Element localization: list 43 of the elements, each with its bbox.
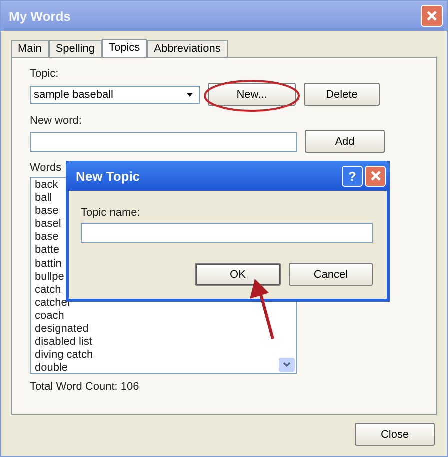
list-item[interactable]: basel bbox=[35, 218, 62, 232]
field-label: New word: bbox=[30, 115, 82, 127]
list-item[interactable]: disabled list bbox=[35, 336, 92, 350]
close-icon[interactable] bbox=[426, 10, 438, 22]
tab[interactable]: Spelling bbox=[48, 40, 102, 57]
ok-button[interactable]: OK bbox=[195, 263, 281, 286]
list-item[interactable]: batte bbox=[35, 244, 60, 258]
chevron-down-icon bbox=[283, 362, 291, 368]
list-item[interactable]: designated bbox=[35, 323, 89, 336]
delete-button[interactable]: Delete bbox=[304, 83, 380, 106]
dialog-title: New Topic bbox=[76, 168, 140, 184]
list-item[interactable]: diving catch bbox=[35, 349, 94, 362]
tab[interactable]: Abbreviations bbox=[147, 40, 228, 57]
close-button[interactable] bbox=[421, 5, 443, 27]
list-item[interactable]: coach bbox=[35, 310, 64, 324]
tab[interactable]: Main bbox=[11, 40, 49, 57]
list-item[interactable]: base bbox=[35, 205, 59, 218]
add-button[interactable]: Add bbox=[305, 130, 385, 153]
window-title: My Words bbox=[9, 8, 71, 24]
scroll-down-button[interactable] bbox=[279, 358, 295, 372]
field-label: Topic: bbox=[30, 68, 59, 80]
topic-name-field[interactable] bbox=[81, 223, 373, 243]
list-item[interactable]: catch bbox=[35, 284, 62, 297]
close-icon[interactable] bbox=[370, 170, 382, 182]
pointer-arrow bbox=[250, 279, 274, 340]
field-label: Words bbox=[30, 162, 62, 174]
cancel-button[interactable]: Cancel bbox=[289, 263, 373, 286]
topic-dropdown[interactable]: sample baseball bbox=[30, 86, 200, 104]
list-item[interactable]: battin bbox=[35, 258, 62, 271]
list-item[interactable]: catcher bbox=[35, 296, 72, 310]
close-button[interactable]: Close bbox=[355, 423, 435, 446]
list-item[interactable]: back bbox=[35, 179, 58, 192]
new-word-field[interactable] bbox=[30, 132, 297, 152]
help-button[interactable]: ? bbox=[342, 166, 363, 186]
list-item[interactable]: base bbox=[35, 231, 59, 244]
list-item[interactable]: bullpe bbox=[35, 270, 64, 284]
new-button[interactable]: New... bbox=[208, 83, 296, 106]
close-button[interactable] bbox=[365, 166, 386, 186]
tab[interactable]: Topics bbox=[102, 39, 148, 58]
list-item[interactable]: ball bbox=[35, 192, 52, 206]
word-count: Total Word Count: 106 bbox=[30, 381, 140, 393]
field-label: Topic name: bbox=[81, 207, 140, 219]
list-item[interactable]: double bbox=[35, 362, 68, 373]
